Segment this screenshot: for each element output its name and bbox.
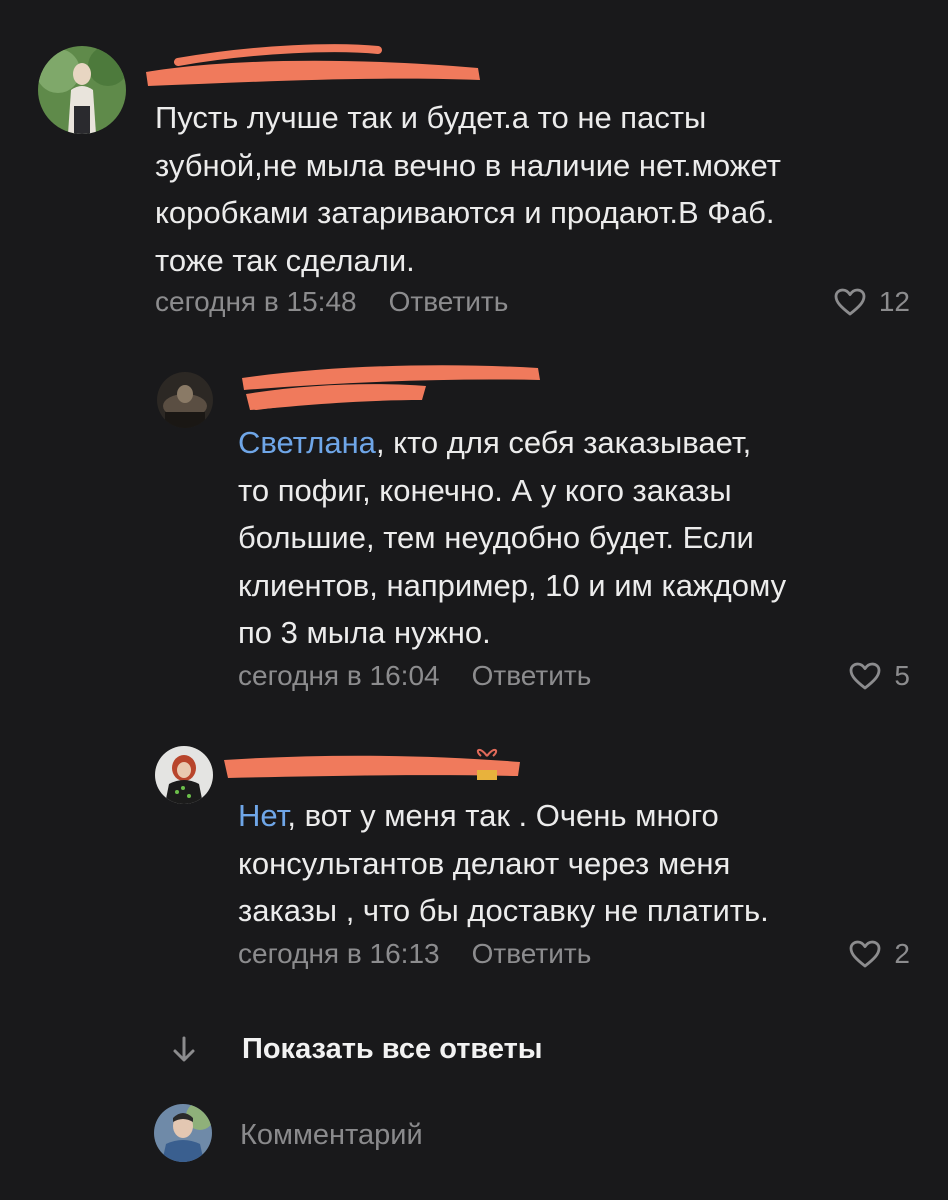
redacted-username xyxy=(146,44,480,86)
timestamp: сегодня в 16:04 xyxy=(238,660,440,691)
reply-button[interactable]: Ответить xyxy=(472,660,592,692)
show-all-replies-button[interactable]: Показать все ответы xyxy=(166,1026,543,1072)
reply-button[interactable]: Ответить xyxy=(389,286,509,318)
heart-icon xyxy=(834,288,866,316)
reply-button[interactable]: Ответить xyxy=(472,938,592,970)
show-all-replies-label: Показать все ответы xyxy=(242,1032,543,1065)
arrow-down-icon xyxy=(173,1036,195,1062)
avatar[interactable] xyxy=(38,46,126,134)
comment-input[interactable] xyxy=(238,1112,842,1158)
like-count: 5 xyxy=(894,660,910,691)
like-count: 2 xyxy=(894,938,910,969)
my-avatar xyxy=(154,1104,212,1162)
like-button[interactable]: 5 xyxy=(848,660,910,692)
timestamp: сегодня в 15:48 xyxy=(155,286,357,317)
mention[interactable]: Светлана xyxy=(238,425,376,460)
comment-body: Пусть лучше так и будет.а то не пасты зу… xyxy=(155,100,781,278)
like-button[interactable]: 12 xyxy=(833,286,910,318)
avatar[interactable] xyxy=(157,372,213,428)
timestamp: сегодня в 16:13 xyxy=(238,938,440,969)
redacted-username xyxy=(242,365,540,410)
comment-composer xyxy=(154,1104,914,1164)
avatar[interactable] xyxy=(155,746,213,804)
comment-body: , вот у меня так . Очень много консульта… xyxy=(238,798,769,928)
heart-icon xyxy=(850,662,881,690)
gift-icon xyxy=(476,749,498,780)
comment-text: Нет, вот у меня так . Очень много консул… xyxy=(238,792,918,935)
like-count: 12 xyxy=(878,286,910,317)
mention[interactable]: Нет xyxy=(238,798,287,833)
comment-text: Пусть лучше так и будет.а то не пасты зу… xyxy=(155,94,915,284)
like-button[interactable]: 2 xyxy=(848,938,910,970)
heart-icon xyxy=(850,940,881,968)
comment-text: Светлана, кто для себя заказывает, то по… xyxy=(238,419,918,657)
